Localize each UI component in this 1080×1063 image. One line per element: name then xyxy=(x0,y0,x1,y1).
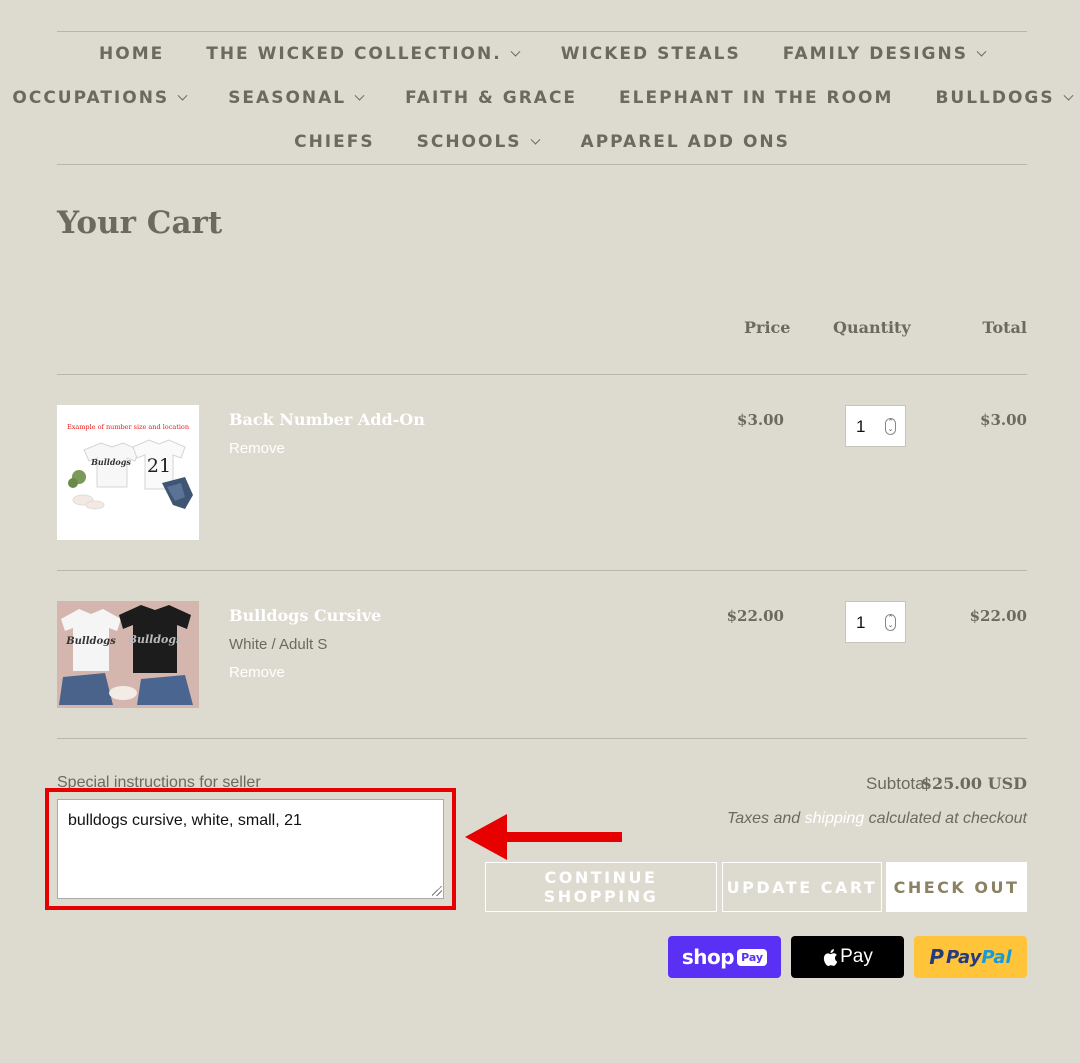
nav-label: OCCUPATIONS xyxy=(12,88,170,108)
nav-item-the-wicked-collection[interactable]: THE WICKED COLLECTION. xyxy=(185,44,539,64)
main-navigation: HOME THE WICKED COLLECTION. WICKED STEAL… xyxy=(12,31,1074,165)
taxes-prefix: Taxes and xyxy=(726,810,805,827)
nav-item-apparel-add-ons[interactable]: APPAREL ADD ONS xyxy=(560,132,811,152)
nav-item-bulldogs[interactable]: BULLDOGS xyxy=(914,88,1080,108)
remove-link-back-number[interactable]: Remove xyxy=(229,440,285,457)
total-column-header: Total xyxy=(982,318,1027,337)
thumb-shirt-text-black: Bulldogs xyxy=(127,633,183,646)
nav-item-faith-grace[interactable]: FAITH & GRACE xyxy=(384,88,598,108)
subtotal-label: Subtotal xyxy=(866,774,929,793)
taxes-note: Taxes and shipping calculated at checkou… xyxy=(727,810,1027,828)
quantity-value: 1 xyxy=(856,613,866,632)
product-name-bulldogs-cursive[interactable]: Bulldogs Cursive xyxy=(229,606,381,625)
apple-pay-button[interactable]: Pay xyxy=(791,936,904,978)
nav-item-wicked-steals[interactable]: WICKED STEALS xyxy=(540,44,762,64)
nav-row-3: CHIEFS SCHOOLS APPAREL ADD ONS xyxy=(57,130,1027,154)
paypal-text-a: Pay xyxy=(945,946,982,968)
quantity-input-back-number[interactable]: 1 ⌃ ⌄ xyxy=(845,405,906,447)
item-price: $22.00 xyxy=(726,607,784,625)
nav-label: FAMILY DESIGNS xyxy=(782,44,968,64)
nav-item-schools[interactable]: SCHOOLS xyxy=(396,132,560,152)
nav-label: BULLDOGS xyxy=(935,88,1055,108)
paypal-text-b: Pal xyxy=(981,946,1012,968)
apple-logo-icon xyxy=(824,948,838,966)
shop-pay-logo: shop xyxy=(681,945,735,969)
shipping-link[interactable]: shipping xyxy=(805,810,865,827)
divider xyxy=(57,738,1027,739)
nav-label: THE WICKED COLLECTION. xyxy=(206,44,502,64)
divider xyxy=(57,374,1027,375)
price-column-header: Price xyxy=(744,318,791,337)
nav-item-occupations[interactable]: OCCUPATIONS xyxy=(0,88,207,108)
product-thumbnail-bulldogs-cursive[interactable]: Bulldogs Bulldogs xyxy=(57,601,199,708)
nav-row-2: OCCUPATIONS SEASONAL FAITH & GRACE ELEPH… xyxy=(12,86,1074,110)
spinner-arrows-icon[interactable]: ⌃ ⌄ xyxy=(885,614,896,631)
shop-pay-badge: Pay xyxy=(737,948,768,966)
annotation-arrow-icon xyxy=(465,814,507,860)
nav-item-home[interactable]: HOME xyxy=(78,44,185,64)
spinner-arrows-icon[interactable]: ⌃ ⌄ xyxy=(885,418,896,435)
product-name-back-number[interactable]: Back Number Add-On xyxy=(229,410,425,429)
shop-pay-button[interactable]: shop Pay xyxy=(668,936,781,978)
chevron-down-icon xyxy=(976,46,987,57)
page-title: Your Cart xyxy=(57,205,223,241)
thumb-caption: Example of number size and location xyxy=(67,423,189,431)
nav-label: CHIEFS xyxy=(294,132,375,152)
divider xyxy=(57,570,1027,571)
quantity-value: 1 xyxy=(856,417,866,436)
thumb-shirt-text: Bulldogs xyxy=(90,457,131,467)
resize-handle-icon[interactable] xyxy=(432,886,442,896)
chevron-down-icon xyxy=(354,90,365,101)
quantity-input-bulldogs-cursive[interactable]: 1 ⌃ ⌄ xyxy=(845,601,906,643)
checkout-button[interactable]: CHECK OUT xyxy=(886,862,1027,912)
nav-row-1: HOME THE WICKED COLLECTION. WICKED STEAL… xyxy=(57,42,1027,66)
taxes-suffix: calculated at checkout xyxy=(864,810,1027,827)
chevron-down-icon xyxy=(510,46,521,57)
apple-pay-text: Pay xyxy=(840,946,873,967)
nav-item-elephant-in-the-room[interactable]: ELEPHANT IN THE ROOM xyxy=(598,88,914,108)
nav-label: ELEPHANT IN THE ROOM xyxy=(619,88,894,108)
nav-label: SCHOOLS xyxy=(416,132,522,152)
nav-item-seasonal[interactable]: SEASONAL xyxy=(207,88,384,108)
item-total: $22.00 xyxy=(969,607,1027,625)
thumb-number: 21 xyxy=(147,455,171,477)
nav-item-family-designs[interactable]: FAMILY DESIGNS xyxy=(762,44,1006,64)
nav-label: SEASONAL xyxy=(228,88,347,108)
thumb-shirt-text: Bulldogs xyxy=(65,636,116,647)
remove-link-bulldogs-cursive[interactable]: Remove xyxy=(229,664,285,681)
quantity-column-header: Quantity xyxy=(833,318,911,337)
nav-item-chiefs[interactable]: CHIEFS xyxy=(273,132,396,152)
product-thumbnail-back-number[interactable]: Example of number size and location Bull… xyxy=(57,405,199,540)
chevron-down-icon xyxy=(1063,90,1074,101)
special-instructions-textarea[interactable]: bulldogs cursive, white, small, 21 xyxy=(57,799,444,899)
back-number-image: Example of number size and location Bull… xyxy=(57,405,199,540)
item-price: $3.00 xyxy=(737,411,784,429)
subtotal-value: $25.00 USD xyxy=(920,774,1027,793)
chevron-down-icon xyxy=(530,134,540,145)
bulldogs-cursive-image: Bulldogs Bulldogs xyxy=(57,601,199,708)
item-total: $3.00 xyxy=(980,411,1027,429)
nav-label: HOME xyxy=(99,44,165,64)
paypal-p-icon: P xyxy=(929,945,944,969)
nav-label: FAITH & GRACE xyxy=(405,88,578,108)
paypal-button[interactable]: P Pay Pal xyxy=(914,936,1027,978)
nav-label: WICKED STEALS xyxy=(560,44,741,64)
update-cart-button[interactable]: UPDATE CART xyxy=(722,862,882,912)
product-variant: White / Adult S xyxy=(229,636,328,653)
continue-shopping-button[interactable]: CONTINUE SHOPPING xyxy=(485,862,717,912)
annotation-arrow-shaft xyxy=(500,832,622,842)
nav-label: APPAREL ADD ONS xyxy=(580,132,790,152)
chevron-down-icon xyxy=(177,90,188,101)
